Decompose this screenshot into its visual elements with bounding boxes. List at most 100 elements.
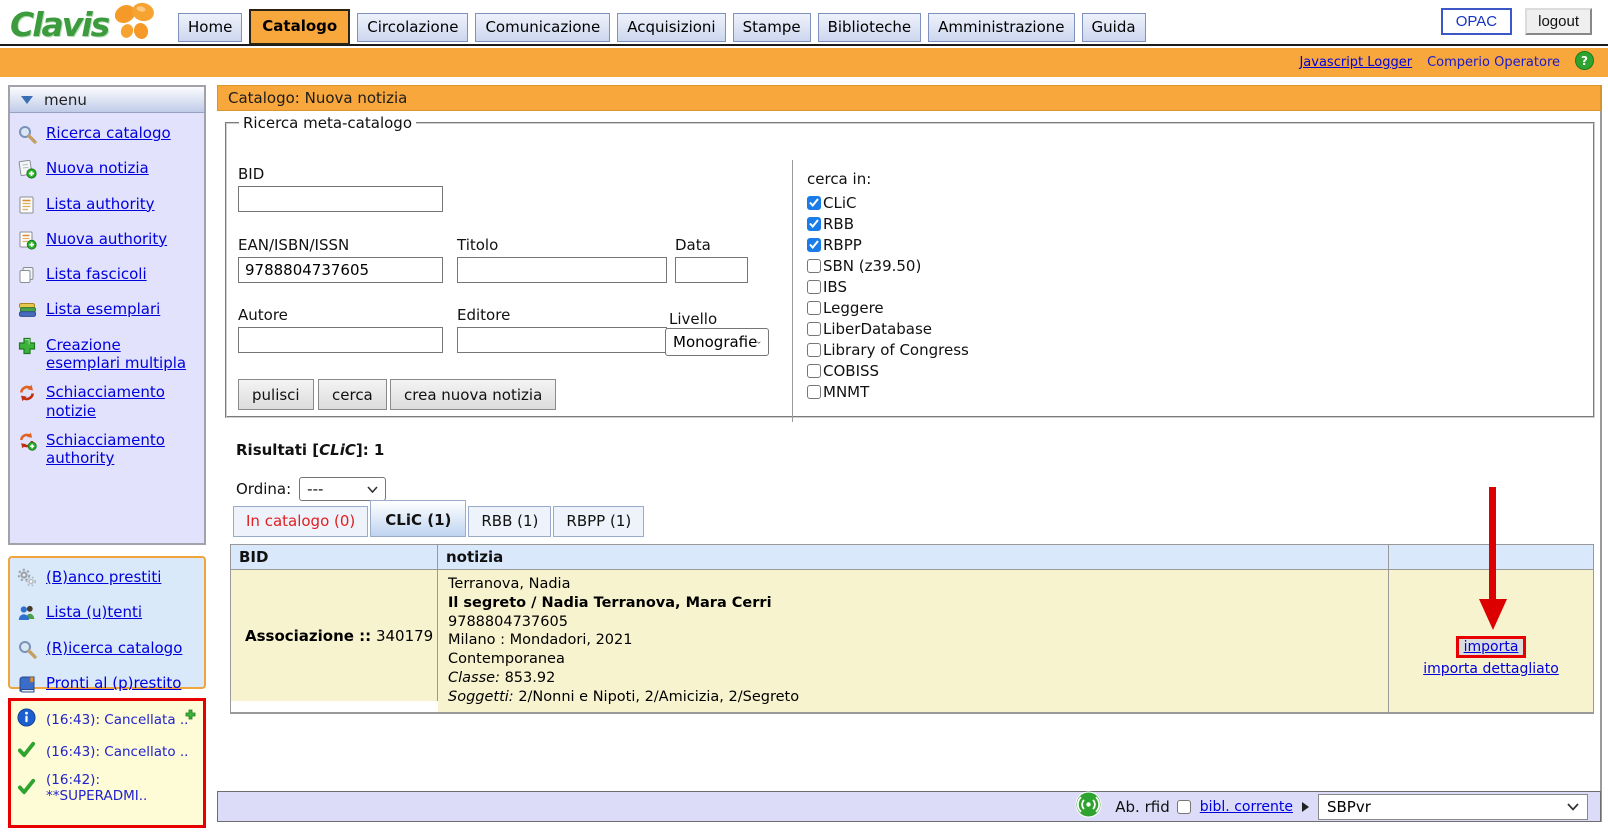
notification-item[interactable]: (16:42): **SUPERADMI.. <box>17 772 197 804</box>
notifications-panel: (16:43): Cancellata .. (16:43): Cancella… <box>8 698 206 828</box>
issues-icon <box>17 265 37 289</box>
form-divider <box>792 160 793 422</box>
javascript-logger-link[interactable]: Javascript Logger <box>1299 55 1412 70</box>
menu-title: menu <box>44 91 87 109</box>
users-icon <box>17 603 37 627</box>
importa-dettagliato-link[interactable]: importa dettagliato <box>1423 661 1559 677</box>
cerca-button[interactable]: cerca <box>318 379 387 410</box>
results-title: Risultati [CLiC]: 1 <box>236 441 384 459</box>
sidebar-link-schiacciamento-notizie[interactable]: Schiacciamento notizie <box>46 383 197 420</box>
crea-nuova-notizia-button[interactable]: crea nuova notizia <box>390 379 556 410</box>
column-header-bid: BID <box>231 545 438 569</box>
notification-item[interactable]: (16:43): Cancellato .. <box>17 740 197 763</box>
cobiss-checkbox[interactable] <box>807 364 821 378</box>
library-of-congress-checkbox[interactable] <box>807 343 821 357</box>
data-input[interactable] <box>675 257 748 283</box>
opac-button[interactable]: OPAC <box>1441 8 1512 35</box>
soggetti-value: 2/Nonni e Nipoti, 2/Amicizia, 2/Segreto <box>518 689 799 705</box>
sidebar-link-nuova-authority[interactable]: Nuova authority <box>46 230 167 248</box>
autore-input[interactable] <box>238 327 443 353</box>
titolo-input[interactable] <box>457 257 667 283</box>
bid-input[interactable] <box>238 186 443 212</box>
nav-tab-guida[interactable]: Guida <box>1082 13 1146 42</box>
source-label: CLiC <box>821 194 856 212</box>
ibs-checkbox[interactable] <box>807 280 821 294</box>
source-row-clic: CLiC <box>807 192 969 213</box>
annotation-arrow <box>1489 487 1496 600</box>
leggere-checkbox[interactable] <box>807 301 821 315</box>
chevron-down-icon <box>757 339 761 346</box>
nav-tab-stampe[interactable]: Stampe <box>733 13 811 42</box>
library-selected-value: SBPvr <box>1327 798 1371 816</box>
shortcut-link-lista-utenti[interactable]: Lista (u)tenti <box>46 603 142 621</box>
merge-icon <box>17 383 37 407</box>
sidebar-item-schiacciamento-authority: Schiacciamento authority <box>17 431 197 468</box>
sidebar-item-lista-esemplari: Lista esemplari <box>17 300 197 324</box>
sidebar-link-lista-esemplari[interactable]: Lista esemplari <box>46 300 160 318</box>
gears-icon <box>17 568 37 592</box>
rfid-checkbox[interactable] <box>1177 800 1191 814</box>
editore-input[interactable] <box>457 327 667 353</box>
record-soggetti: Soggetti: 2/Nonni e Nipoti, 2/Amicizia, … <box>448 688 1378 707</box>
arrow-right-icon <box>1302 802 1309 812</box>
sidebar-link-ricerca-catalogo[interactable]: Ricerca catalogo <box>46 124 171 142</box>
top-actions: OPAC logout <box>1441 8 1592 35</box>
expand-plus-icon[interactable] <box>185 706 196 724</box>
mnmt-checkbox[interactable] <box>807 385 821 399</box>
sidebar-link-lista-authority[interactable]: Lista authority <box>46 195 155 213</box>
shortcut-link-banco-prestiti[interactable]: (B)anco prestiti <box>46 568 161 586</box>
sidebar-item-lista-authority: Lista authority <box>17 195 197 219</box>
source-label: Library of Congress <box>821 341 969 359</box>
nav-tab-acquisizioni[interactable]: Acquisizioni <box>617 13 725 42</box>
notification-item[interactable]: (16:43): Cancellata .. <box>17 708 197 731</box>
source-label: RBPP <box>821 236 862 254</box>
liberdatabase-checkbox[interactable] <box>807 322 821 336</box>
sidebar-link-lista-fascicoli[interactable]: Lista fascicoli <box>46 265 147 283</box>
classe-label: Classe: <box>448 670 500 686</box>
record-author: Terranova, Nadia <box>448 575 1378 594</box>
rbb-checkbox[interactable] <box>807 217 821 231</box>
editore-label: Editore <box>457 306 510 324</box>
tab-rbb[interactable]: RBB (1) <box>468 506 551 537</box>
sbn-checkbox[interactable] <box>807 259 821 273</box>
ean-input[interactable] <box>238 257 443 283</box>
menu-header[interactable]: menu <box>10 87 204 113</box>
tab-rbpp[interactable]: RBPP (1) <box>553 506 644 537</box>
results-tabs: In catalogo (0) CLiC (1) RBB (1) RBPP (1… <box>233 500 646 537</box>
rfid-icon[interactable] <box>1075 791 1102 822</box>
sidebar-item-ricerca-catalogo: Ricerca catalogo <box>17 124 197 148</box>
shortcut-link-ricerca-catalogo[interactable]: (R)icerca catalogo <box>46 639 182 657</box>
bibl-corrente-link[interactable]: bibl. corrente <box>1200 799 1293 815</box>
rbpp-checkbox[interactable] <box>807 238 821 252</box>
nav-tab-comunicazione[interactable]: Comunicazione <box>475 13 610 42</box>
source-label: SBN (z39.50) <box>821 257 921 275</box>
ordina-select[interactable]: --- <box>299 477 386 501</box>
sidebar-link-creazione-esemplari[interactable]: Creazione esemplari multipla <box>46 336 197 373</box>
sidebar-link-schiacciamento-authority[interactable]: Schiacciamento authority <box>46 431 197 468</box>
check-mark-icon <box>809 198 819 207</box>
nav-tab-circolazione[interactable]: Circolazione <box>357 13 468 42</box>
nav-tab-amministrazione[interactable]: Amministrazione <box>928 13 1074 42</box>
livello-select[interactable]: Monografie <box>665 328 769 356</box>
shortcut-banco-prestiti: (B)anco prestiti <box>17 568 197 592</box>
nav-tab-catalogo[interactable]: Catalogo <box>249 9 350 45</box>
library-select[interactable]: SBPvr <box>1318 794 1588 820</box>
record-classe: Classe: 853.92 <box>448 669 1378 688</box>
nav-tab-home[interactable]: Home <box>178 13 242 42</box>
clic-checkbox[interactable] <box>807 196 821 210</box>
source-label: IBS <box>821 278 847 296</box>
pulisci-button[interactable]: pulisci <box>238 379 314 410</box>
logout-button[interactable]: logout <box>1525 8 1592 35</box>
importa-link[interactable]: importa <box>1464 639 1519 655</box>
nav-tab-biblioteche[interactable]: Biblioteche <box>818 13 922 42</box>
operator-name: Comperio Operatore <box>1427 55 1560 70</box>
source-row-rbb: RBB <box>807 213 969 234</box>
sidebar-link-nuova-notizia[interactable]: Nuova notizia <box>46 159 149 177</box>
help-icon[interactable]: ? <box>1575 51 1594 74</box>
tab-in-catalogo[interactable]: In catalogo (0) <box>233 506 368 537</box>
shortcut-link-pronti-al-prestito[interactable]: Pronti al (p)restito <box>46 674 181 692</box>
merge-authority-icon <box>17 431 37 455</box>
check-icon <box>17 740 36 763</box>
tab-clic[interactable]: CLiC (1) <box>370 500 466 537</box>
classe-value: 853.92 <box>505 670 556 686</box>
